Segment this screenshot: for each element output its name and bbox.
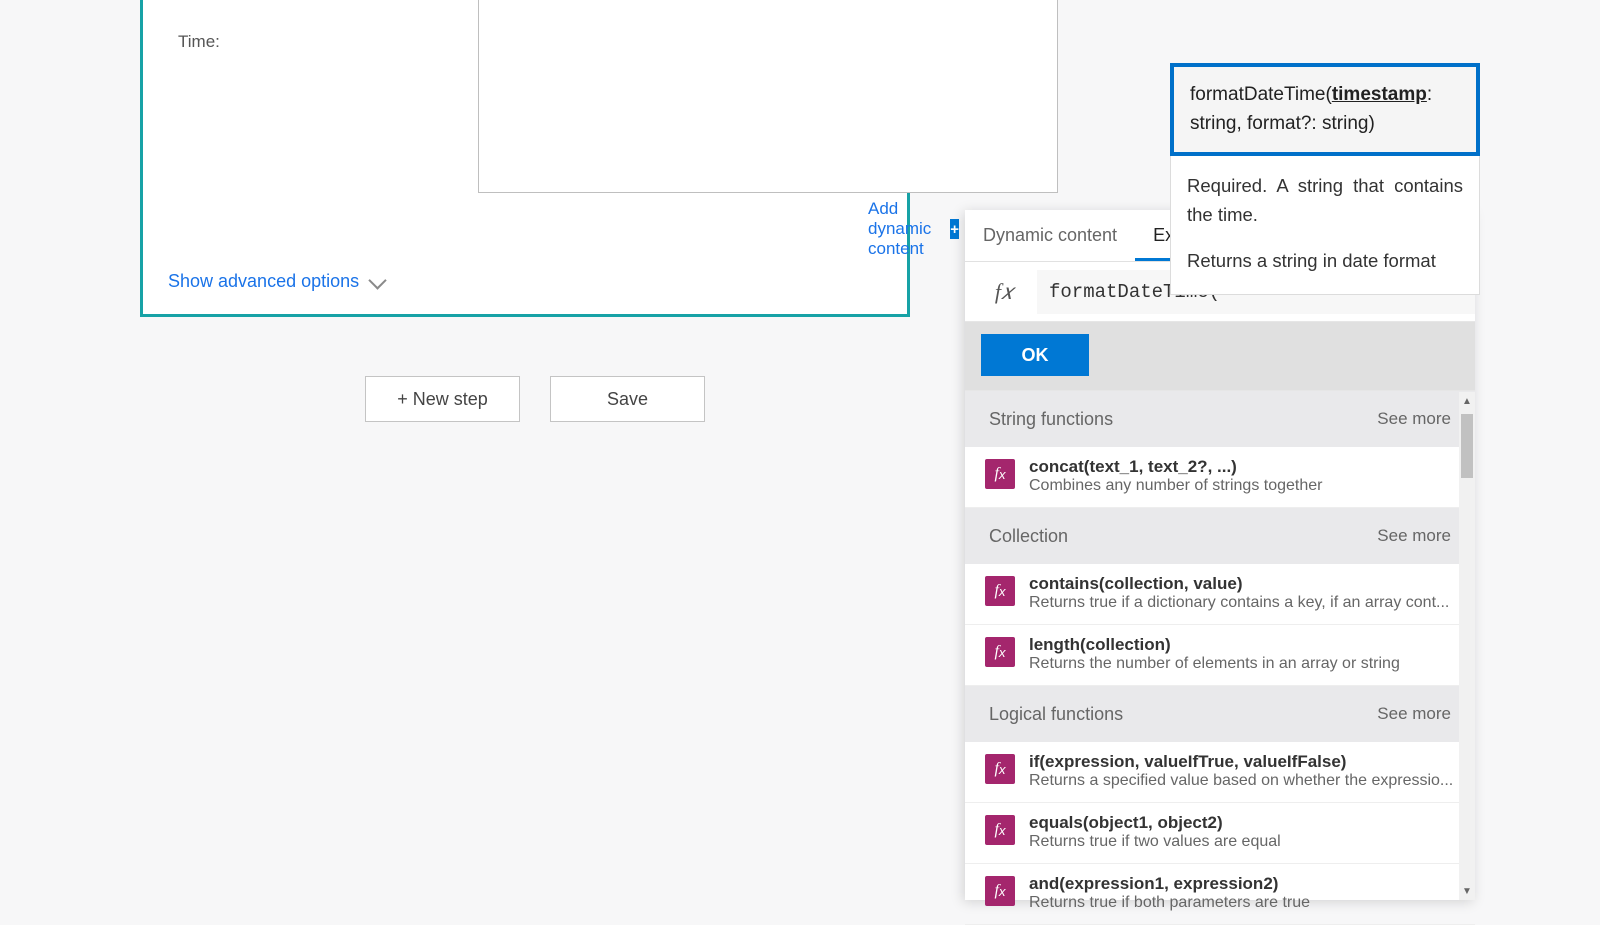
group-header-collection: Collection See more — [965, 508, 1475, 564]
group-title: Collection — [989, 526, 1068, 547]
flow-actions: + New step Save — [365, 376, 705, 422]
show-advanced-options-link[interactable]: Show advanced options — [168, 271, 391, 292]
flow-action-card: Name of the user: Time: Name × Add dynam… — [140, 0, 910, 317]
add-dynamic-content-label: Add dynamic content — [868, 199, 942, 259]
group-title: Logical functions — [989, 704, 1123, 725]
function-description: Combines any number of strings together — [1029, 477, 1455, 495]
chevron-down-icon — [371, 272, 391, 292]
function-signature: length(collection) — [1029, 635, 1455, 655]
scroll-down-icon[interactable]: ▼ — [1459, 882, 1475, 900]
tab-dynamic-content[interactable]: Dynamic content — [965, 210, 1135, 261]
tooltip-required-text: Required. A string that contains the tim… — [1187, 172, 1463, 229]
save-button[interactable]: Save — [550, 376, 705, 422]
function-description: Returns the number of elements in an arr… — [1029, 655, 1455, 673]
function-item[interactable]: fx contains(collection, value) Returns t… — [965, 564, 1475, 625]
fx-icon: f𝑥 — [981, 269, 1027, 315]
user-field-label: Name of the user: — [178, 0, 376, 4]
group-title: String functions — [989, 409, 1113, 430]
fx-icon: fx — [985, 576, 1015, 606]
tooltip-sig-arg: timestamp — [1332, 84, 1427, 105]
tooltip-body: Required. A string that contains the tim… — [1170, 156, 1480, 295]
tooltip-sig-prefix: formatDateTime( — [1190, 84, 1332, 105]
tooltip-return-text: Returns a string in date format — [1187, 247, 1463, 276]
see-more-link[interactable]: See more — [1377, 704, 1451, 724]
function-signature: equals(object1, object2) — [1029, 813, 1455, 833]
function-item[interactable]: fx equals(object1, object2) Returns true… — [965, 803, 1475, 864]
fx-icon: fx — [985, 754, 1015, 784]
see-more-link[interactable]: See more — [1377, 409, 1451, 429]
plus-icon: + — [950, 219, 959, 239]
function-item[interactable]: fx and(expression1, expression2) Returns… — [965, 864, 1475, 925]
see-more-link[interactable]: See more — [1377, 526, 1451, 546]
fx-icon: fx — [985, 459, 1015, 489]
function-signature: if(expression, valueIfTrue, valueIfFalse… — [1029, 752, 1455, 772]
function-description: Returns true if a dictionary contains a … — [1029, 594, 1455, 612]
parameter-tooltip: formatDateTime(timestamp: string, format… — [1170, 63, 1480, 295]
expression-confirm-row: OK — [965, 322, 1475, 391]
group-header-string: String functions See more — [965, 391, 1475, 447]
function-item[interactable]: fx concat(text_1, text_2?, ...) Combines… — [965, 447, 1475, 508]
function-signature: concat(text_1, text_2?, ...) — [1029, 457, 1455, 477]
show-advanced-label: Show advanced options — [168, 271, 359, 292]
ok-button[interactable]: OK — [981, 334, 1089, 376]
function-description: Returns true if both parameters are true — [1029, 894, 1455, 912]
scroll-thumb[interactable] — [1461, 414, 1473, 478]
function-signature: contains(collection, value) — [1029, 574, 1455, 594]
group-header-logical: Logical functions See more — [965, 686, 1475, 742]
tooltip-signature: formatDateTime(timestamp: string, format… — [1170, 63, 1480, 156]
fx-icon: fx — [985, 876, 1015, 906]
add-dynamic-content-link[interactable]: Add dynamic content + — [868, 199, 959, 259]
function-signature: and(expression1, expression2) — [1029, 874, 1455, 894]
time-field-label: Time: — [178, 32, 376, 52]
panel-scrollbar[interactable]: ▲ ▼ — [1459, 392, 1475, 900]
message-textarea[interactable]: Name × — [478, 0, 1058, 193]
function-item[interactable]: fx length(collection) Returns the number… — [965, 625, 1475, 686]
fx-icon: fx — [985, 637, 1015, 667]
function-description: Returns true if two values are equal — [1029, 833, 1455, 851]
function-description: Returns a specified value based on wheth… — [1029, 772, 1455, 790]
function-item[interactable]: fx if(expression, valueIfTrue, valueIfFa… — [965, 742, 1475, 803]
fx-icon: fx — [985, 815, 1015, 845]
scroll-up-icon[interactable]: ▲ — [1459, 392, 1475, 410]
new-step-button[interactable]: + New step — [365, 376, 520, 422]
expression-panel: Dynamic content Exp f𝑥 OK String functio… — [965, 210, 1475, 900]
